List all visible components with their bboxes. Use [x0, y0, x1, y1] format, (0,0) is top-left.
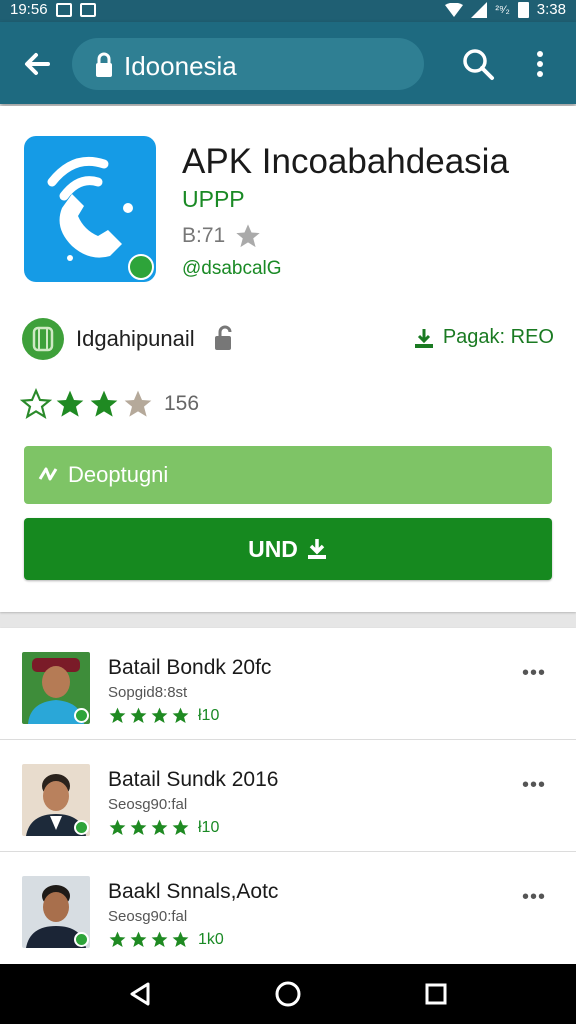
star-half-icon	[124, 390, 152, 417]
item-thumbnail	[22, 652, 90, 724]
notification-icon	[55, 2, 72, 17]
address-bar[interactable]: Idoonesia	[72, 38, 424, 90]
app-icon	[24, 136, 156, 282]
star-empty-icon	[20, 388, 52, 419]
wifi-icon	[445, 2, 464, 17]
item-thumbnail	[22, 876, 90, 948]
developer-avatar[interactable]	[22, 318, 64, 360]
signal-label: ²⁹⁄₂	[495, 3, 510, 16]
back-button[interactable]	[18, 44, 58, 84]
package-link[interactable]: Pagak: REO	[413, 326, 554, 349]
star-filled-icon	[90, 390, 118, 417]
star-filled-icon	[56, 390, 84, 417]
lock-icon	[96, 52, 112, 77]
item-rating: ł10	[108, 818, 219, 837]
secondary-action-button[interactable]: Deoptugni	[24, 446, 552, 504]
more-vert-icon	[537, 51, 543, 77]
verified-badge-icon	[128, 254, 154, 280]
install-button-label: UND	[248, 535, 298, 562]
app-subtitle: UPPP	[182, 186, 245, 212]
item-subtitle: Seosg90:fal	[108, 796, 188, 813]
star-filled-icon	[109, 931, 126, 948]
arrow-left-icon	[25, 53, 50, 75]
shield-icon	[32, 326, 54, 352]
verified-badge-icon	[74, 708, 89, 723]
item-rating-count: ł10	[198, 818, 220, 836]
star-filled-icon	[172, 931, 189, 948]
list-item[interactable]: Batail Sundk 2016 Seosg90:fal ł10 •••	[0, 740, 576, 852]
star-filled-icon	[109, 819, 126, 836]
triangle-back-icon	[130, 982, 150, 1006]
item-title: Batail Sundk 2016	[108, 768, 279, 791]
star-filled-icon	[130, 931, 147, 948]
battery-icon	[517, 1, 529, 18]
star-filled-icon	[151, 819, 168, 836]
package-link-label: Pagak: REO	[442, 326, 554, 348]
item-subtitle: Seosg90:fal	[108, 908, 188, 925]
status-time-left: 19:56	[10, 1, 48, 18]
list-item[interactable]: Batail Bondk 20fc Sopgid8:8st ł10 •••	[0, 628, 576, 740]
wave-icon	[38, 467, 58, 481]
download-icon	[307, 539, 326, 559]
overflow-menu-button[interactable]	[528, 46, 552, 82]
item-rating-count: 1k0	[198, 930, 224, 948]
secondary-button-label: Deoptugni	[68, 462, 169, 487]
star-filled-icon	[130, 819, 147, 836]
circle-home-icon	[275, 981, 301, 1007]
star-filled-icon	[172, 819, 189, 836]
status-bar: 19:56 ²⁹⁄₂ 3:38	[0, 0, 576, 22]
developer-handle[interactable]: @dsabcalG	[182, 258, 282, 280]
item-thumbnail	[22, 764, 90, 836]
star-filled-icon	[130, 707, 147, 724]
rating-row: 156	[20, 388, 199, 420]
padlock-icon	[215, 325, 232, 350]
system-nav-bar	[0, 964, 576, 1024]
app-details-card: APK Incoabahdeasia UPPP B:71 @dsabcalG I…	[0, 106, 576, 612]
cell-signal-icon	[471, 1, 488, 18]
search-icon	[463, 49, 494, 80]
more-horiz-icon[interactable]: •••	[522, 774, 546, 797]
app-size: B:71	[182, 224, 226, 247]
item-rating-count: ł10	[198, 706, 220, 724]
item-subtitle: Sopgid8:8st	[108, 684, 188, 701]
list-item[interactable]: Baakl Snnals,Aotc Seosg90:fal 1k0 •••	[0, 852, 576, 964]
nav-recents-button[interactable]	[420, 978, 452, 1010]
item-rating: ł10	[108, 706, 219, 725]
more-horiz-icon[interactable]: •••	[522, 886, 546, 909]
star-filled-icon	[151, 707, 168, 724]
image-notification-icon	[79, 2, 96, 17]
install-button[interactable]: UND	[24, 518, 552, 580]
star-filled-icon	[109, 707, 126, 724]
status-time-right: 3:38	[536, 1, 566, 18]
app-title: APK Incoabahdeasia	[182, 142, 509, 181]
verified-badge-icon	[74, 932, 89, 947]
item-rating: 1k0	[108, 930, 224, 949]
url-text: Idoonesia	[124, 51, 237, 81]
related-apps-list: Batail Bondk 20fc Sopgid8:8st ł10 ••• Ba…	[0, 628, 576, 964]
item-title: Baakl Snnals,Aotc	[108, 880, 279, 903]
item-title: Batail Bondk 20fc	[108, 656, 272, 679]
developer-name[interactable]: Idgahipunail	[76, 326, 195, 352]
more-horiz-icon[interactable]: •••	[522, 662, 546, 685]
browser-toolbar: Idoonesia	[0, 22, 576, 104]
star-outline-icon	[236, 224, 260, 248]
developer-row: Idgahipunail Pagak: REO	[22, 316, 554, 360]
nav-home-button[interactable]	[272, 978, 304, 1010]
download-icon	[414, 328, 433, 348]
search-button[interactable]	[460, 46, 496, 82]
verified-badge-icon	[74, 820, 89, 835]
star-filled-icon	[172, 707, 189, 724]
star-filled-icon	[151, 931, 168, 948]
nav-back-button[interactable]	[124, 978, 156, 1010]
square-recents-icon	[425, 983, 447, 1005]
app-size-row: B:71	[182, 222, 263, 250]
rating-count: 156	[164, 392, 200, 415]
